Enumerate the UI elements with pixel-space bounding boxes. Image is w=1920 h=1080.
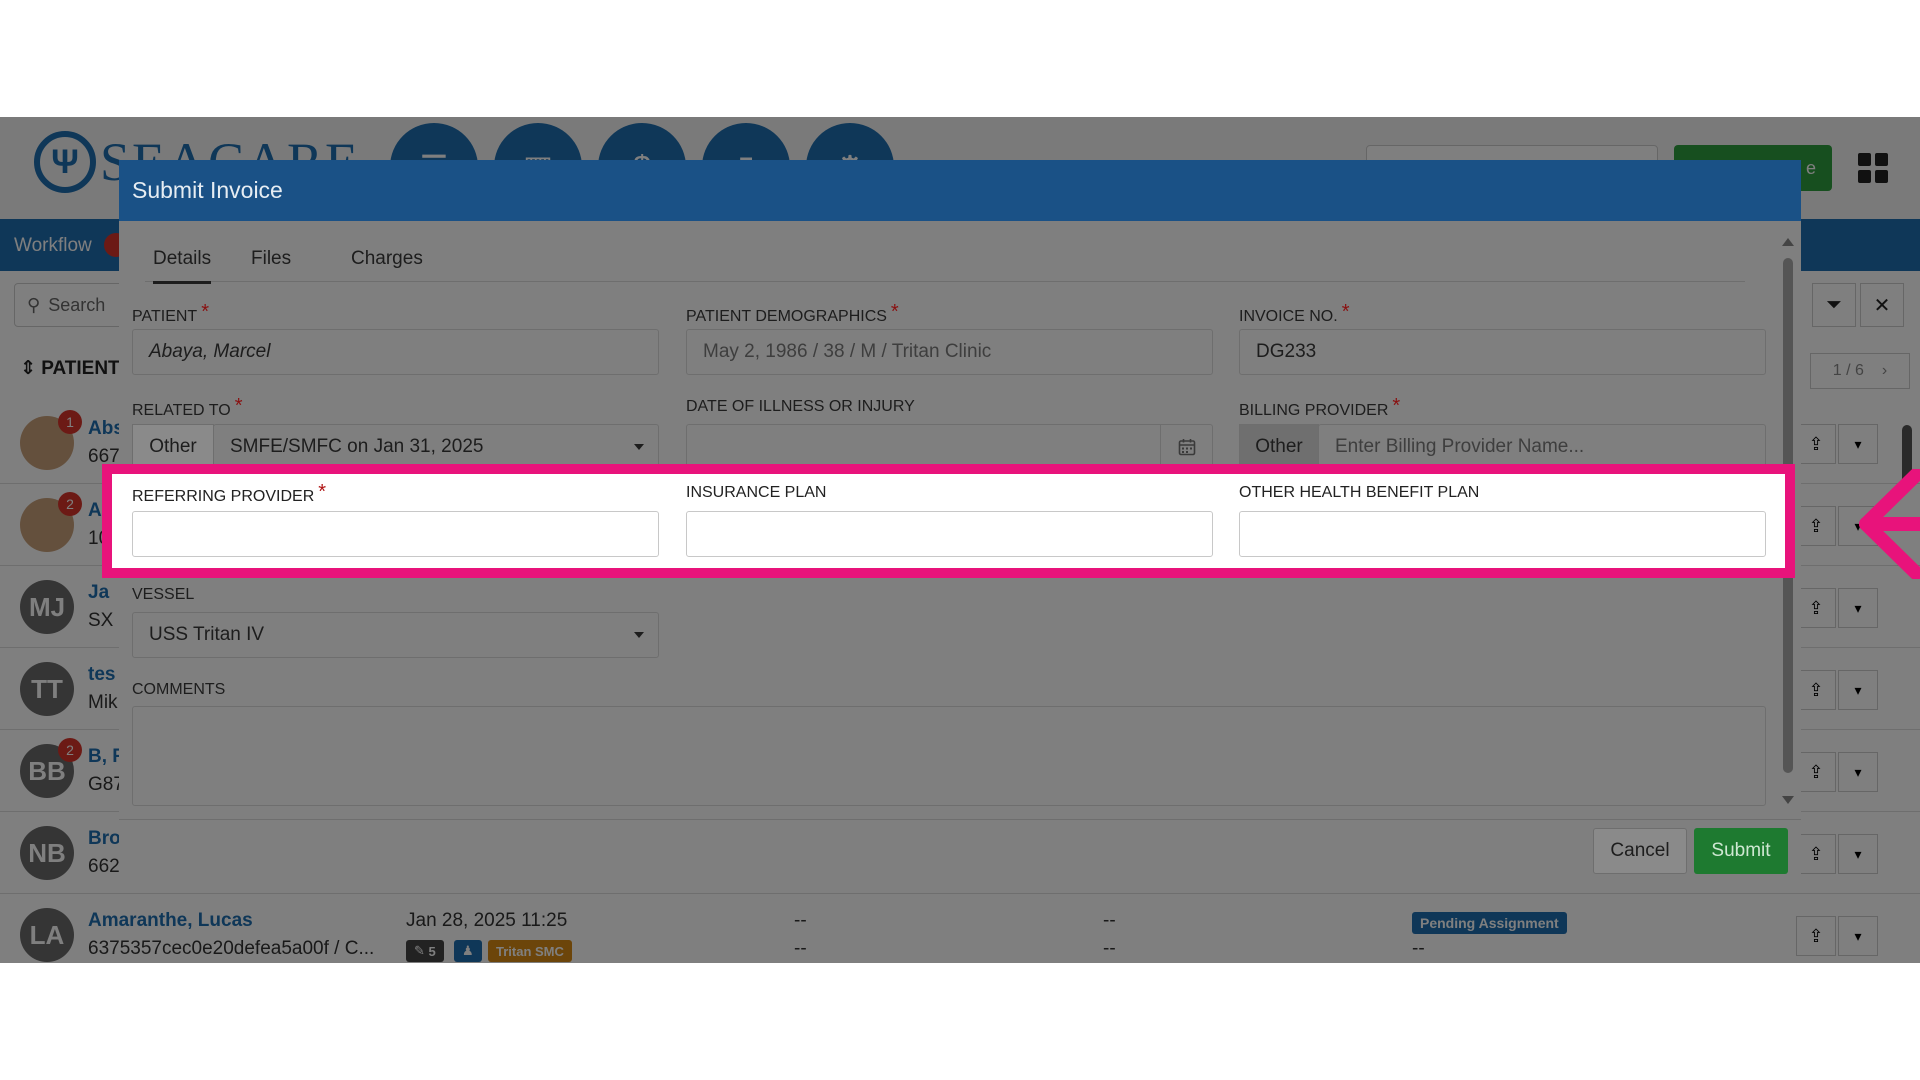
billing-provider-label: BILLING PROVIDER * (1239, 395, 1401, 419)
cancel-button[interactable]: Cancel (1593, 828, 1687, 874)
comments-textarea[interactable] (132, 706, 1766, 806)
patient-label: PATIENT * (132, 301, 209, 325)
invoice-no-label: INVOICE NO. * (1239, 301, 1350, 325)
other-health-benefit-plan-label: OTHER HEALTH BENEFIT PLAN (1239, 484, 1480, 501)
patient-field[interactable]: Abaya, Marcel (132, 329, 659, 375)
scroll-down-icon[interactable] (1782, 796, 1794, 804)
calendar-icon[interactable] (1160, 425, 1212, 469)
vessel-label: VESSEL (132, 586, 195, 603)
patient-demographics-label: PATIENT DEMOGRAPHICS * (686, 301, 899, 325)
highlight-box: REFERRING PROVIDER * INSURANCE PLAN OTHER… (102, 464, 1795, 578)
date-of-illness-label: DATE OF ILLNESS OR INJURY (686, 398, 915, 415)
pointer-arrow-icon (1859, 469, 1920, 579)
submit-button[interactable]: Submit (1694, 828, 1788, 874)
other-health-benefit-plan-input[interactable] (1239, 511, 1766, 557)
referring-provider-label: REFERRING PROVIDER * (132, 481, 327, 505)
chevron-down-icon (634, 444, 644, 450)
scroll-up-icon[interactable] (1782, 238, 1794, 246)
related-to-label: RELATED TO * (132, 395, 243, 419)
insurance-plan-label: INSURANCE PLAN (686, 484, 827, 501)
tab-files[interactable]: Files (251, 248, 291, 270)
patient-demographics-field: May 2, 1986 / 38 / M / Tritan Clinic (686, 329, 1213, 375)
tab-details[interactable]: Details (153, 248, 212, 284)
chevron-down-icon (634, 632, 644, 638)
vessel-select[interactable]: USS Tritan IV (132, 612, 659, 658)
comments-label: COMMENTS (132, 681, 226, 698)
modal-tabs: Details Files Charges (145, 238, 1745, 284)
modal-title: Submit Invoice (132, 177, 283, 203)
screenshot-stage: Ψ SEACARE ☰ ▦ $ ▮ ⚙ e Workflow ⚲ Search … (0, 117, 1920, 963)
modal-footer-divider (119, 819, 1801, 820)
referring-provider-input[interactable] (132, 511, 659, 557)
modal-header: Submit Invoice (119, 160, 1801, 221)
invoice-no-field[interactable]: DG233 (1239, 329, 1766, 375)
tab-charges[interactable]: Charges (351, 248, 423, 270)
insurance-plan-input[interactable] (686, 511, 1213, 557)
